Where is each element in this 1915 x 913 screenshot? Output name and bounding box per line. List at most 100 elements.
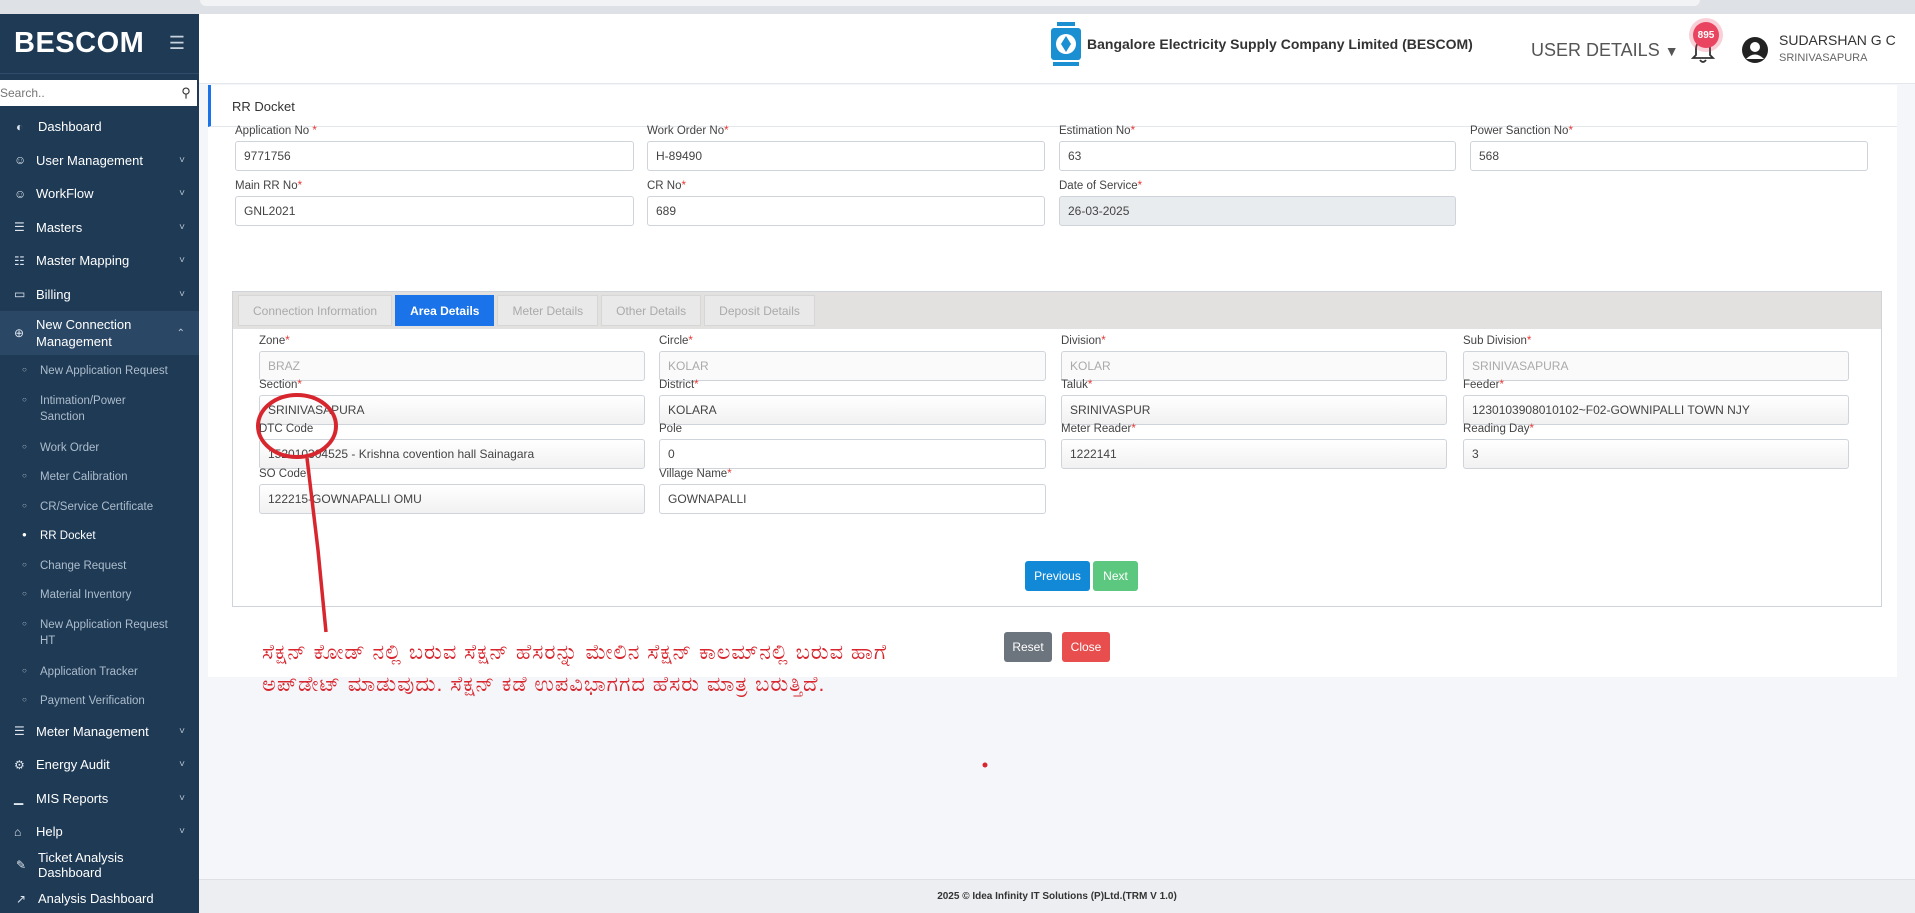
pencil-icon: ✎ bbox=[16, 858, 27, 873]
division-input[interactable]: KOLAR bbox=[1061, 351, 1447, 381]
sitemap-icon: ☷ bbox=[14, 253, 25, 268]
tab-deposit-details[interactable]: Deposit Details bbox=[704, 295, 815, 326]
browser-url-bar[interactable] bbox=[200, 0, 1700, 6]
sub-division-input[interactable]: SRINIVASAPURA bbox=[1463, 351, 1849, 381]
district-input[interactable]: KOLARA bbox=[659, 395, 1046, 425]
work-order-no-input[interactable]: H-89490 bbox=[647, 141, 1045, 171]
required-asterisk: * bbox=[1529, 423, 1534, 435]
sidebar-item-workflow[interactable]: ☺ WorkFlow ˅ bbox=[0, 177, 199, 211]
sidebar-item-masters[interactable]: ☰ Masters ˅ bbox=[0, 211, 199, 245]
sidebar-item-dashboard[interactable]: ◐ Dashboard bbox=[0, 110, 199, 144]
tab-area-details[interactable]: Area Details bbox=[395, 295, 495, 326]
sidebar-subitem-label: Work Order bbox=[40, 441, 100, 454]
meter-reader-input[interactable]: 1222141 bbox=[1061, 439, 1447, 469]
pole-input[interactable]: 0 bbox=[659, 439, 1046, 469]
required-asterisk: * bbox=[694, 379, 699, 391]
label-text: Meter Reader bbox=[1061, 423, 1132, 435]
sidebar-item-analysis-dashboard[interactable]: ↗ Analysis Dashboard bbox=[0, 882, 199, 913]
zone-input[interactable]: BRAZ bbox=[259, 351, 645, 381]
search-input[interactable] bbox=[0, 86, 175, 100]
sidebar-subitem-cr-service-certificate[interactable]: ○ CR/Service Certificate bbox=[0, 491, 199, 521]
date-of-service-input[interactable]: 26-03-2025 bbox=[1059, 196, 1456, 226]
sidebar-item-label: Master Mapping bbox=[36, 253, 130, 269]
taluk-input[interactable]: SRINIVASPUR bbox=[1061, 395, 1447, 425]
sidebar-item-master-mapping[interactable]: ☷ Master Mapping ˅ bbox=[0, 244, 199, 278]
sidebar-item-ticket-analysis-dashboard[interactable]: ✎ Ticket Analysis Dashboard bbox=[0, 849, 199, 883]
sidebar-subitem-label: RR Docket bbox=[40, 530, 96, 542]
tab-connection-information[interactable]: Connection Information bbox=[238, 295, 393, 326]
sub-nav: ○ New Application Request ○ Intimation/Powe… bbox=[0, 355, 199, 715]
sidebar-subitem-intimation-power-sanction[interactable]: ○ Intimation/Power Sanction bbox=[0, 385, 199, 432]
chevron-down-icon: ˅ bbox=[179, 154, 185, 166]
label-pole: Pole bbox=[659, 423, 682, 435]
sidebar-subitem-label: CR/Service Certificate bbox=[40, 500, 154, 513]
circle-icon: ○ bbox=[22, 471, 27, 480]
sidebar-item-label: User Management bbox=[36, 152, 143, 168]
so-code-input[interactable]: 122215-GOWNAPALLI OMU bbox=[259, 484, 645, 514]
label-so-code: SO Code* bbox=[259, 468, 311, 480]
sidebar-item-energy-audit[interactable]: ⚙ Energy Audit ˅ bbox=[0, 748, 199, 782]
sidebar-item-mis-reports[interactable]: ▁ MIS Reports ˅ bbox=[0, 782, 199, 816]
avatar[interactable] bbox=[1741, 36, 1769, 64]
dtc-code-input[interactable]: 152010304525 - Krishna covention hall Sa… bbox=[259, 439, 645, 469]
label-date-of-service: Date of Service* bbox=[1059, 180, 1142, 192]
sidebar-subitem-rr-docket[interactable]: ● RR Docket bbox=[0, 520, 199, 550]
application-no-input[interactable]: 9771756 bbox=[235, 141, 634, 171]
label-text: Reading Day bbox=[1463, 423, 1530, 435]
nav-item-label: New Connection Management bbox=[36, 317, 132, 349]
sidebar-item-billing[interactable]: ▭ Billing ˅ bbox=[0, 278, 199, 312]
label-division: Division* bbox=[1061, 335, 1106, 347]
circle-input[interactable]: KOLAR bbox=[659, 351, 1046, 381]
user-details-label: USER DETAILS bbox=[1531, 40, 1660, 60]
section-input[interactable]: SRINIVASAPURA bbox=[259, 395, 645, 425]
sidebar-subitem-label: New Application Request bbox=[40, 365, 168, 377]
dashboard-icon: ◐ bbox=[16, 119, 24, 134]
hamburger-icon[interactable]: ☰ bbox=[169, 33, 185, 54]
main-rr-no-input[interactable]: GNL2021 bbox=[235, 196, 634, 226]
sidebar-subitem-material-inventory[interactable]: ○ Material Inventory bbox=[0, 579, 199, 609]
sidebar-item-label: Masters bbox=[36, 219, 83, 235]
sidebar-item-user-management[interactable]: ☺ User Management ˅ bbox=[0, 144, 199, 178]
required-asterisk: * bbox=[1526, 335, 1532, 347]
sidebar-subitem-change-request[interactable]: ○ Change Request bbox=[0, 550, 199, 580]
label-text: Village Name bbox=[659, 468, 728, 480]
nav-item-new-connection-management[interactable]: ⊕ New Connection Management ⌃ bbox=[0, 311, 199, 355]
notification-badge[interactable]: 895 bbox=[1693, 22, 1719, 48]
sidebar-subitem-label: Change Request bbox=[40, 559, 127, 572]
circle-icon: ○ bbox=[22, 695, 27, 704]
close-button[interactable]: Close bbox=[1062, 632, 1110, 662]
circle-icon: ○ bbox=[22, 618, 27, 628]
sidebar-subitem-application-tracker[interactable]: ○ Application Tracker bbox=[0, 656, 199, 686]
feeder-input[interactable]: 1230103908010102~F02-GOWNIPALLI TOWN NJY bbox=[1463, 395, 1849, 425]
village-name-input[interactable]: GOWNAPALLI bbox=[659, 484, 1046, 514]
sidebar-subitem-meter-calibration[interactable]: ○ Meter Calibration bbox=[0, 461, 199, 491]
sidebar-item-label: Dashboard bbox=[38, 119, 102, 135]
sidebar-subitem-work-order[interactable]: ○ Work Order bbox=[0, 432, 199, 462]
estimation-no-input[interactable]: 63 bbox=[1059, 141, 1456, 171]
reading-day-input[interactable]: 3 bbox=[1463, 439, 1849, 469]
next-button[interactable]: Next bbox=[1093, 561, 1138, 591]
label-zone: Zone* bbox=[259, 335, 290, 347]
sidebar-subitem-new-application-request[interactable]: ○ New Application Request bbox=[0, 355, 199, 385]
previous-button[interactable]: Previous bbox=[1025, 561, 1090, 591]
search-icon[interactable]: ⚲ bbox=[175, 85, 197, 101]
tab-meter-details[interactable]: Meter Details bbox=[497, 295, 599, 326]
required-asterisk: * bbox=[285, 335, 290, 347]
user-details-dropdown[interactable]: USER DETAILS ▼ bbox=[1531, 40, 1679, 61]
sidebar-item-help[interactable]: ⌂ Help ˅ bbox=[0, 815, 199, 849]
footer: 2025 © Idea Infinity IT Solutions (P)Ltd… bbox=[199, 879, 1915, 913]
label-text: Power Sanction No bbox=[1470, 125, 1569, 137]
sidebar-subitem-new-application-request-ht[interactable]: ○ New Application Request HT bbox=[0, 609, 199, 656]
required-asterisk: * bbox=[1568, 125, 1573, 137]
reset-button[interactable]: Reset bbox=[1004, 632, 1052, 662]
label-district: District* bbox=[659, 379, 699, 391]
tab-other-details[interactable]: Other Details bbox=[601, 295, 702, 326]
label-estimation-no: Estimation No* bbox=[1059, 125, 1135, 137]
power-sanction-no-input[interactable]: 568 bbox=[1470, 141, 1868, 171]
cr-no-input[interactable]: 689 bbox=[647, 196, 1045, 226]
label-power-sanction-no: Power Sanction No* bbox=[1470, 125, 1573, 137]
sidebar-item-meter-management[interactable]: ☰ Meter Management ˅ bbox=[0, 715, 199, 749]
required-asterisk: * bbox=[681, 180, 686, 192]
sidebar-subitem-payment-verification[interactable]: ○ Payment Verification bbox=[0, 685, 199, 715]
chevron-down-circle-icon: ▼ bbox=[1664, 43, 1679, 59]
